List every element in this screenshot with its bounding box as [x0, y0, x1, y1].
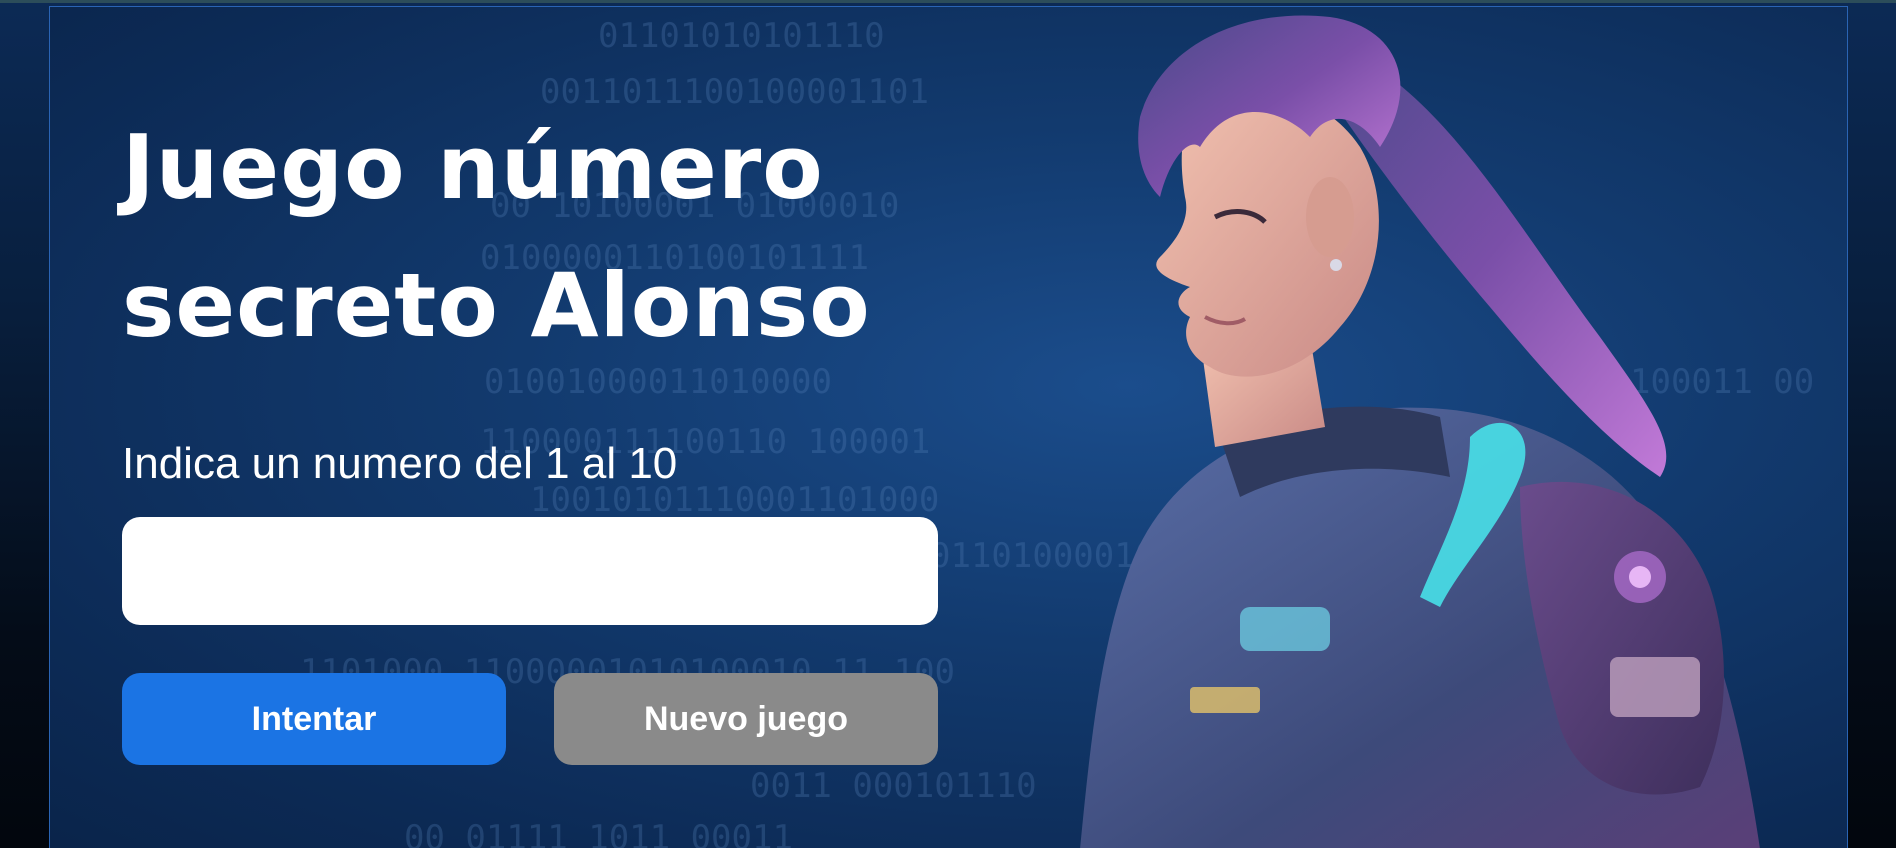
- binary-row: 0011 000101110: [750, 766, 1037, 806]
- game-container: 01101010101110 0011011100100001101 00 10…: [49, 6, 1848, 848]
- new-game-button[interactable]: Nuevo juego: [554, 673, 938, 765]
- binary-row: 00 01111 1011 00011: [404, 818, 793, 848]
- try-button[interactable]: Intentar: [122, 673, 506, 765]
- number-input[interactable]: [122, 517, 938, 625]
- binary-row: 01101010101110: [598, 16, 885, 56]
- number-prompt-label: Indica un numero del 1 al 10: [122, 439, 678, 488]
- window-top-edge: [0, 0, 1896, 3]
- astronaut-woman-illustration: [1080, 15, 1760, 848]
- page-title: Juego número secreto Alonso: [122, 116, 871, 357]
